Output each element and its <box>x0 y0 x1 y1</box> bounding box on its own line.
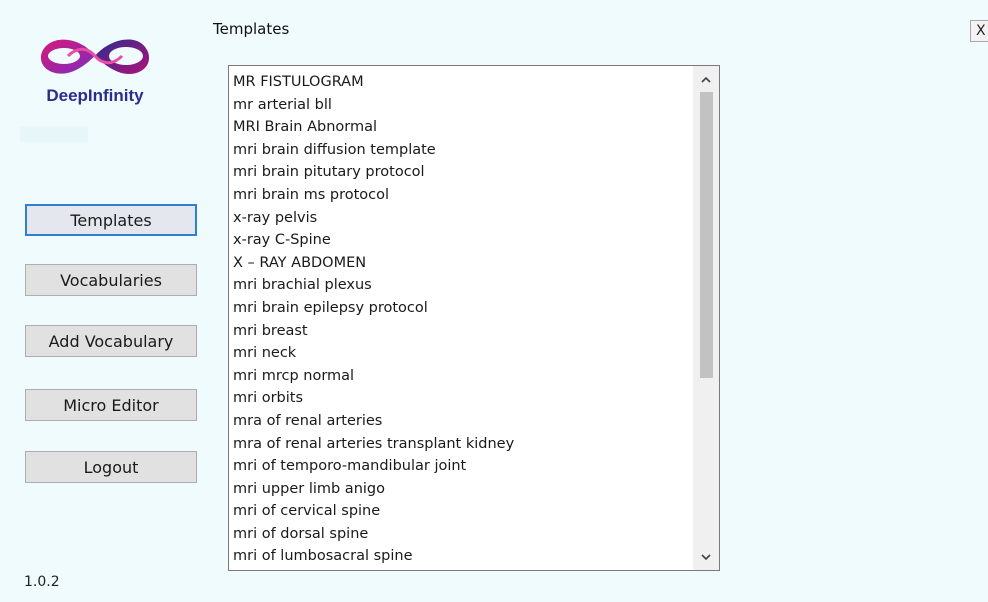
list-item[interactable]: mri of cervical spine <box>229 500 691 523</box>
list-item[interactable]: mra of renal arteries transplant kidney <box>229 433 691 456</box>
list-item[interactable]: mra of renal arteries <box>229 410 691 433</box>
logout-button[interactable]: Logout <box>25 451 197 483</box>
list-item[interactable]: mr arterial bll <box>229 94 691 117</box>
list-item[interactable]: mri neck <box>229 342 691 365</box>
chevron-up-icon[interactable] <box>693 70 719 88</box>
list-item[interactable]: x-ray C-Spine <box>229 229 691 252</box>
vertical-scrollbar[interactable] <box>693 66 719 570</box>
list-item[interactable]: mri upper limb anigo <box>229 478 691 501</box>
page-title: Templates <box>213 20 290 38</box>
list-item[interactable]: mri of temporo-mandibular joint <box>229 455 691 478</box>
deepinfinity-logo: DeepInfinity <box>28 26 162 116</box>
logo-text: DeepInfinity <box>46 86 144 105</box>
templates-button[interactable]: Templates <box>25 204 197 236</box>
templates-list: MR FISTULOGRAM mr arterial bll MRI Brain A… <box>229 71 691 568</box>
list-item[interactable]: mri orbits <box>229 387 691 410</box>
list-item[interactable]: mri breast <box>229 320 691 343</box>
chevron-down-icon[interactable] <box>693 548 719 566</box>
list-item[interactable]: mri brain ms protocol <box>229 184 691 207</box>
vocabularies-button[interactable]: Vocabularies <box>25 264 197 296</box>
micro-editor-button[interactable]: Micro Editor <box>25 389 197 421</box>
list-item[interactable]: mri brain epilepsy protocol <box>229 297 691 320</box>
list-item[interactable]: MRI Brain Abnormal <box>229 116 691 139</box>
list-item[interactable]: mri of lumbosacral spine <box>229 545 691 568</box>
list-item[interactable]: mri mrcp normal <box>229 365 691 388</box>
list-item[interactable]: mri brain diffusion template <box>229 139 691 162</box>
list-item[interactable]: MR FISTULOGRAM <box>229 71 691 94</box>
add-vocabulary-button[interactable]: Add Vocabulary <box>25 325 197 357</box>
list-item[interactable]: mri brachial plexus <box>229 274 691 297</box>
version-label: 1.0.2 <box>24 574 60 590</box>
infinity-logo-icon <box>40 39 150 74</box>
list-item[interactable]: x-ray pelvis <box>229 207 691 230</box>
app-window: DeepInfinity Templates Vocabularies Add … <box>0 0 988 602</box>
list-item[interactable]: mri of dorsal spine <box>229 523 691 546</box>
templates-listbox[interactable]: MR FISTULOGRAM mr arterial bll MRI Brain A… <box>228 65 720 571</box>
logo-subtitle-placeholder <box>20 126 88 142</box>
list-item[interactable]: mri brain pitutary protocol <box>229 161 691 184</box>
scroll-thumb[interactable] <box>700 92 713 378</box>
close-button[interactable]: X <box>970 20 988 42</box>
list-item[interactable]: X – RAY ABDOMEN <box>229 252 691 275</box>
